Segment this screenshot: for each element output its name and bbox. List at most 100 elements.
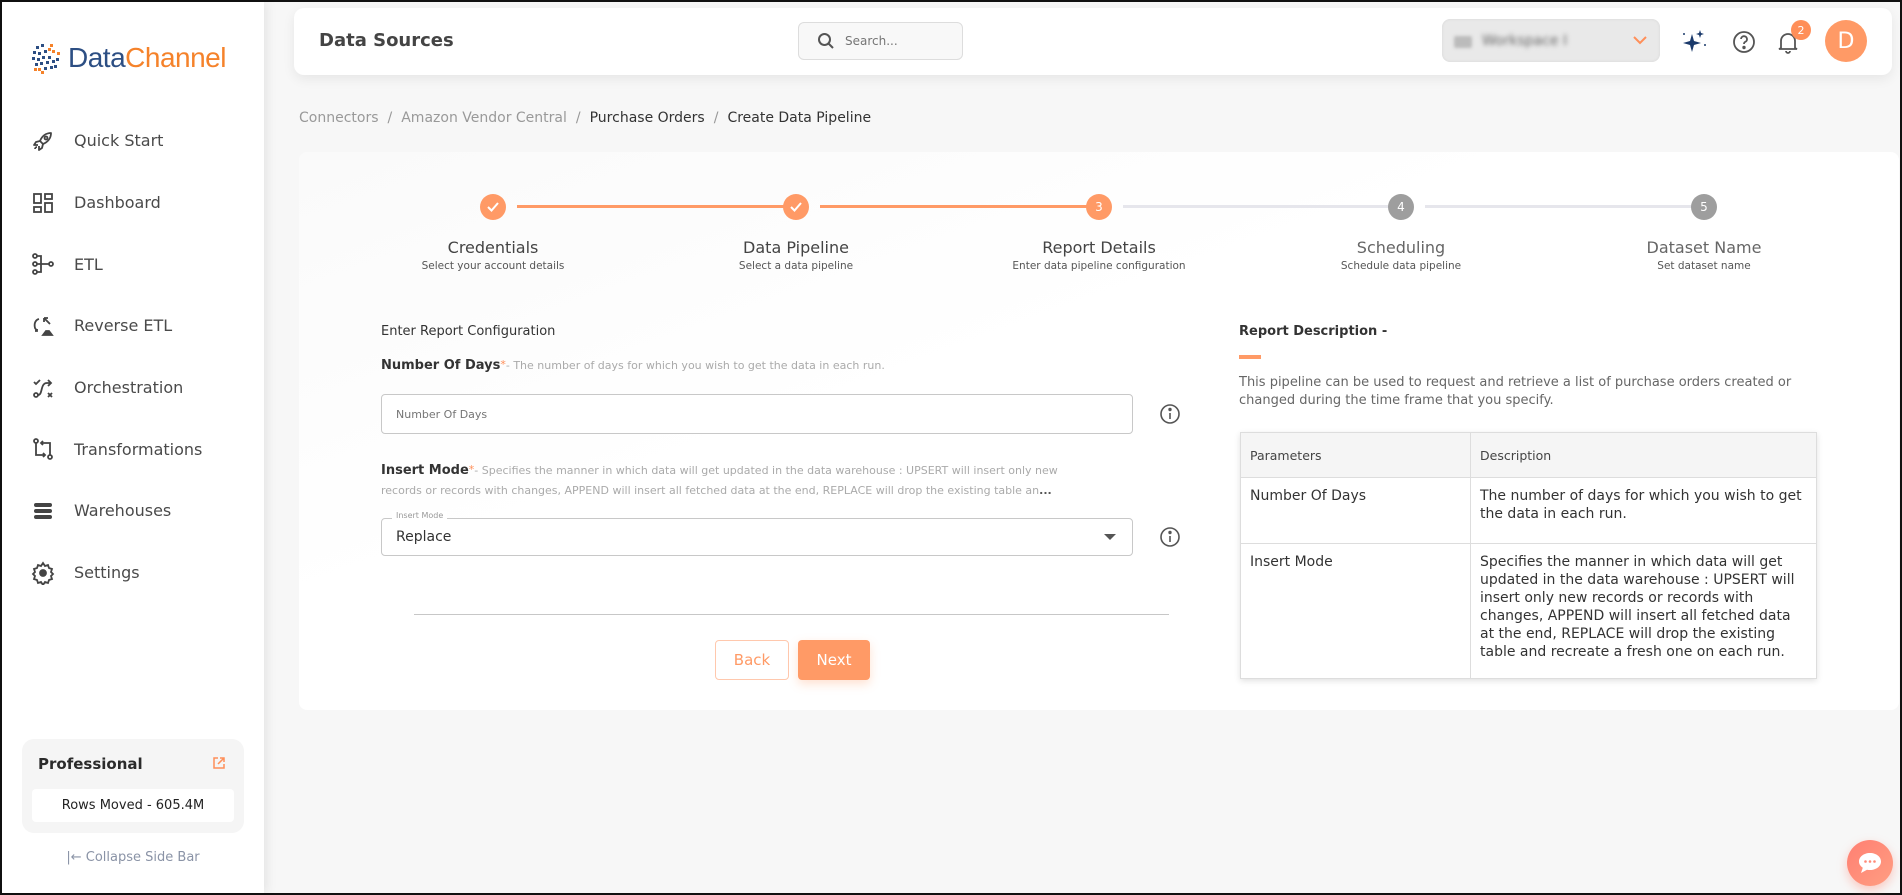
sidebar-item-dashboard[interactable]: Dashboard [2, 172, 264, 234]
step-1-check-icon [480, 194, 506, 220]
step-1-subtitle: Select your account details [421, 260, 565, 272]
step-4-number: 4 [1388, 194, 1414, 220]
datachannel-logo[interactable]: DataChannel [30, 40, 226, 76]
param-name: Insert Mode [1240, 543, 1471, 679]
sparkle-icon [1683, 30, 1706, 52]
sidebar: DataChannel Quick Start Dashboard ETL Re… [2, 2, 264, 893]
step-3-title: Report Details [1042, 238, 1156, 257]
collapse-sidebar-label: Collapse Side Bar [85, 850, 200, 865]
param-name: Number Of Days [1240, 477, 1471, 544]
breadcrumb-separator: / [575, 110, 581, 126]
step-connector-2 [820, 205, 1090, 208]
back-button[interactable]: Back [715, 640, 789, 680]
insert-mode-label-text: Insert Mode [381, 463, 469, 478]
plan-name: Professional [38, 755, 143, 773]
logo-text-channel: Channel [125, 42, 226, 73]
rows-moved: Rows Moved - 605.4M [32, 789, 234, 822]
sidebar-item-label: Transformations [74, 439, 203, 459]
sidebar-item-label: Reverse ETL [74, 316, 173, 336]
gear-icon [30, 560, 56, 586]
orchestration-icon [30, 375, 56, 401]
sidebar-item-label: Quick Start [74, 131, 164, 151]
column-header-parameters: Parameters [1240, 432, 1471, 478]
logo-text: DataChannel [68, 42, 226, 74]
table-row: Number Of Days The number of days for wh… [1240, 477, 1817, 544]
report-description-text: This pipeline can be used to request and… [1239, 375, 1792, 408]
number-of-days-label: Number Of Days*- The number of days for … [381, 358, 885, 373]
sidebar-item-etl[interactable]: ETL [2, 233, 264, 295]
warehouses-icon [30, 498, 56, 524]
insert-mode-value: Replace [396, 529, 452, 545]
insert-mode-help-text: records or records with changes, APPEND … [381, 484, 1040, 497]
ai-sparkle-button[interactable] [1680, 28, 1708, 56]
dashboard-grid-icon [30, 190, 56, 216]
rocket-icon [30, 128, 56, 154]
search-box[interactable] [798, 22, 963, 60]
chevron-down-icon [1633, 36, 1647, 45]
search-input[interactable] [845, 34, 945, 48]
plan-card: Professional Rows Moved - 605.4M [22, 739, 244, 833]
step-connector-3 [1123, 205, 1391, 208]
search-icon [818, 33, 834, 49]
step-3-number: 3 [1086, 194, 1112, 220]
chat-bubble-icon [1859, 853, 1881, 873]
report-description-title: Report Description - [1239, 324, 1388, 339]
sidebar-item-orchestration[interactable]: Orchestration [2, 357, 264, 419]
notification-badge: 2 [1791, 20, 1811, 40]
user-avatar[interactable]: D [1825, 20, 1867, 62]
step-2-check-icon [783, 194, 809, 220]
next-button[interactable]: Next [798, 640, 870, 680]
insert-mode-select[interactable]: Insert Mode Replace [381, 511, 1133, 556]
chat-support-button[interactable] [1847, 840, 1893, 886]
step-1-title: Credentials [447, 238, 539, 257]
breadcrumb-purchase-orders[interactable]: Purchase Orders [590, 110, 705, 126]
logo-mark-icon [32, 44, 60, 74]
param-description: The number of days for which you wish to… [1470, 477, 1817, 544]
breadcrumb-amazon-vendor-central[interactable]: Amazon Vendor Central [401, 110, 567, 126]
param-description: Specifies the manner in which data will … [1470, 543, 1817, 679]
breadcrumb-connectors[interactable]: Connectors [299, 110, 379, 126]
reverse-etl-icon [30, 313, 56, 339]
section-title: Enter Report Configuration [381, 324, 556, 339]
insert-mode-legend: Insert Mode [392, 511, 448, 520]
number-of-days-field[interactable] [381, 394, 1133, 434]
form-divider [414, 614, 1169, 615]
sidebar-item-transformations[interactable]: Transformations [2, 418, 264, 480]
info-icon[interactable] [1159, 403, 1181, 425]
insert-mode-help-line2: records or records with changes, APPEND … [381, 484, 1052, 497]
etl-icon [30, 251, 56, 277]
collapse-sidebar-button[interactable]: |← Collapse Side Bar [2, 850, 264, 865]
sidebar-item-settings[interactable]: Settings [2, 542, 264, 604]
breadcrumb-separator: / [387, 110, 393, 126]
table-header-row: Parameters Description [1240, 432, 1817, 478]
stepper: 3 4 5 Credentials Select your account de… [299, 152, 1899, 282]
title-underline [1239, 355, 1261, 359]
column-header-description: Description [1470, 432, 1817, 478]
help-ellipsis[interactable]: ... [1039, 484, 1052, 497]
transformations-icon [30, 436, 56, 462]
info-icon[interactable] [1159, 526, 1181, 548]
external-link-icon[interactable] [212, 756, 226, 770]
sidebar-item-label: Dashboard [74, 193, 161, 213]
sidebar-item-reverse-etl[interactable]: Reverse ETL [2, 295, 264, 357]
sidebar-item-label: Settings [74, 563, 140, 583]
step-3-subtitle: Enter data pipeline configuration [1012, 260, 1186, 272]
table-row: Insert Mode Specifies the manner in whic… [1240, 543, 1817, 679]
sidebar-item-warehouses[interactable]: Warehouses [2, 480, 264, 542]
workspace-name: Workspace I [1482, 32, 1568, 49]
sidebar-item-quick-start[interactable]: Quick Start [2, 110, 264, 172]
step-5-subtitle: Set dataset name [1657, 260, 1751, 272]
step-5-number: 5 [1691, 194, 1717, 220]
step-4-title: Scheduling [1356, 238, 1446, 257]
insert-mode-help-line1: - Specifies the manner in which data wil… [474, 464, 1058, 477]
logo-text-data: Data [68, 42, 126, 73]
workspace-selector[interactable]: Workspace I [1442, 19, 1660, 62]
breadcrumb-separator: / [713, 110, 719, 126]
number-of-days-input[interactable] [382, 395, 1132, 433]
sidebar-item-label: Orchestration [74, 378, 184, 398]
parameters-table: Parameters Description Number Of Days Th… [1240, 432, 1817, 679]
number-of-days-label-text: Number Of Days [381, 358, 501, 373]
help-button[interactable] [1730, 28, 1758, 56]
breadcrumb: Connectors / Amazon Vendor Central / Pur… [299, 110, 871, 126]
page-title: Data Sources [319, 30, 454, 51]
